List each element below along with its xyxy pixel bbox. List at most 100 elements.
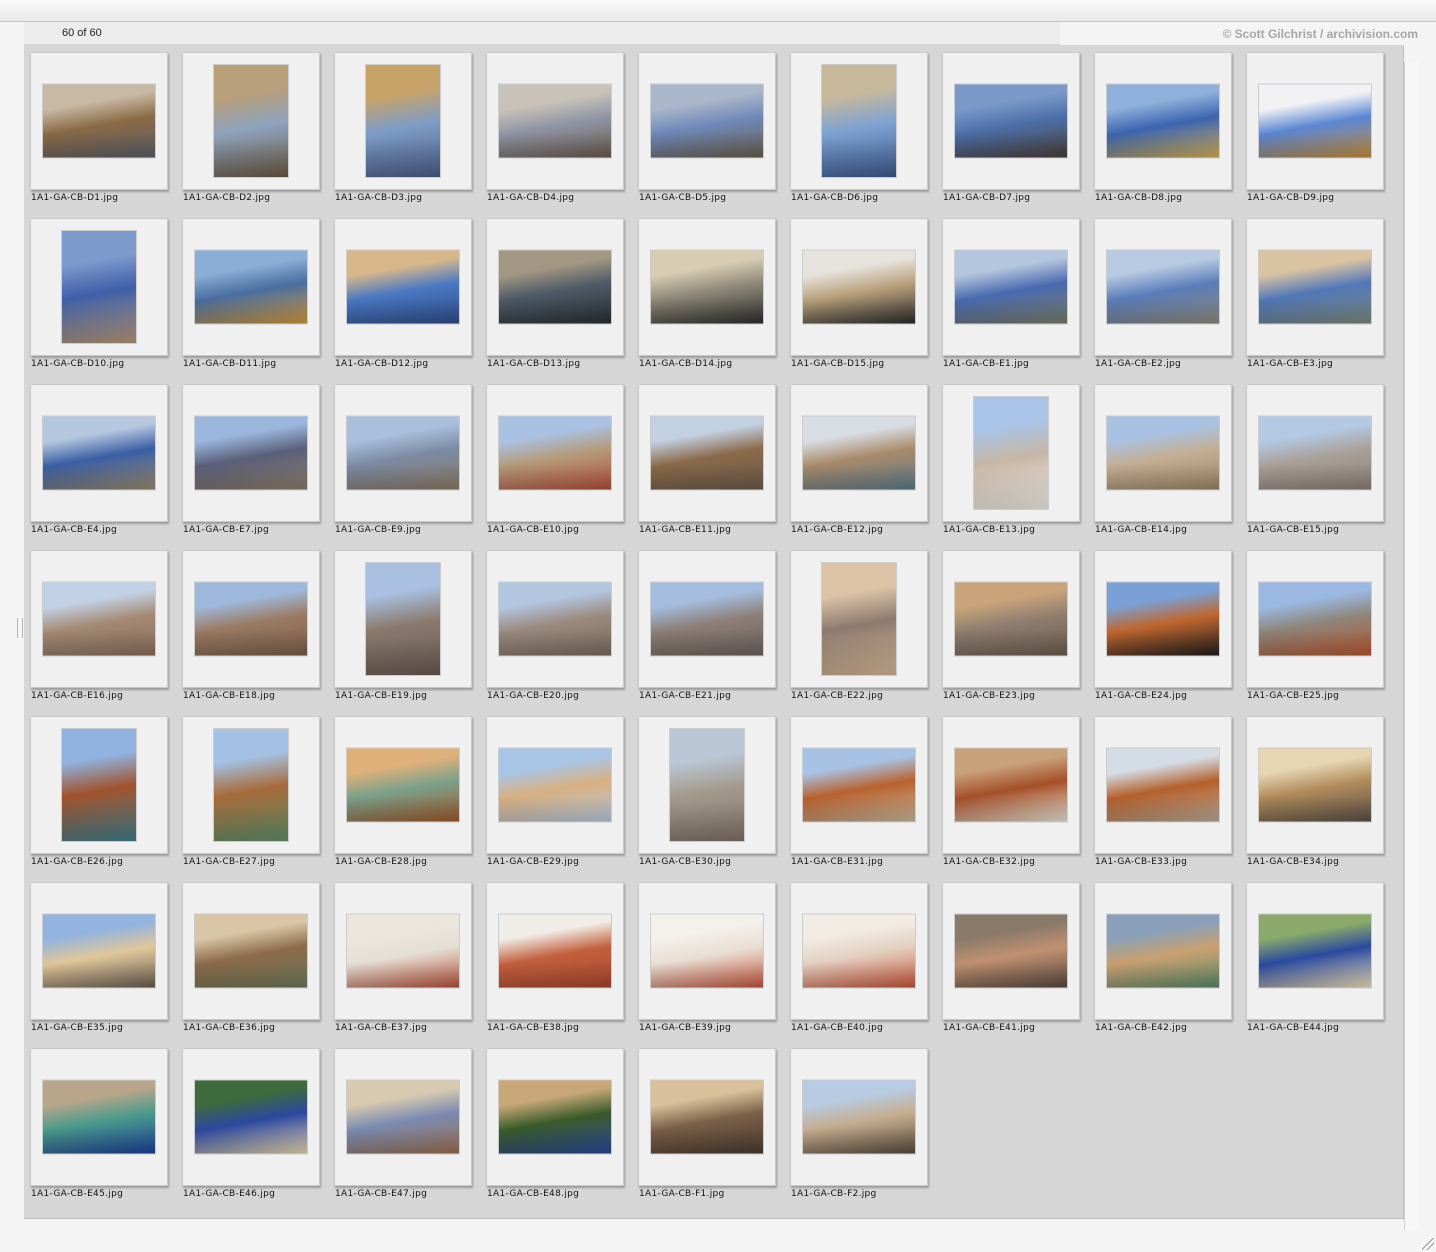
slide-mount[interactable] <box>30 384 168 522</box>
thumbnail-image[interactable] <box>347 1080 459 1154</box>
slide-mount[interactable] <box>942 550 1080 688</box>
thumbnail-image[interactable] <box>195 914 307 988</box>
thumbnail-image[interactable] <box>803 914 915 988</box>
thumbnail-image[interactable] <box>499 748 611 822</box>
thumbnail-cell[interactable]: 1A1-GA-CB-E25.jpg <box>1246 550 1384 701</box>
slide-mount[interactable] <box>1094 218 1232 356</box>
thumbnail-cell[interactable]: 1A1-GA-CB-E13.jpg <box>942 384 1080 535</box>
thumbnail-image[interactable] <box>651 582 763 656</box>
slide-mount[interactable] <box>182 550 320 688</box>
slide-mount[interactable] <box>486 384 624 522</box>
thumbnail-image[interactable] <box>670 729 744 841</box>
thumbnail-cell[interactable]: 1A1-GA-CB-E23.jpg <box>942 550 1080 701</box>
thumbnail-image[interactable] <box>803 250 915 324</box>
thumbnail-cell[interactable]: 1A1-GA-CB-D15.jpg <box>790 218 928 369</box>
slide-mount[interactable] <box>30 882 168 1020</box>
thumbnail-image[interactable] <box>214 65 288 177</box>
thumbnail-cell[interactable]: 1A1-GA-CB-E38.jpg <box>486 882 624 1033</box>
thumbnail-cell[interactable]: 1A1-GA-CB-E37.jpg <box>334 882 472 1033</box>
slide-mount[interactable] <box>30 550 168 688</box>
slide-mount[interactable] <box>638 384 776 522</box>
thumbnail-cell[interactable]: 1A1-GA-CB-E48.jpg <box>486 1048 624 1199</box>
slide-mount[interactable] <box>790 1048 928 1186</box>
slide-mount[interactable] <box>486 218 624 356</box>
thumbnail-image[interactable] <box>499 84 611 158</box>
thumbnail-cell[interactable]: 1A1-GA-CB-E7.jpg <box>182 384 320 535</box>
thumbnail-image[interactable] <box>43 84 155 158</box>
thumbnail-image[interactable] <box>499 250 611 324</box>
slide-mount[interactable] <box>942 384 1080 522</box>
thumbnail-image[interactable] <box>651 914 763 988</box>
thumbnail-cell[interactable]: 1A1-GA-CB-D3.jpg <box>334 52 472 203</box>
thumbnail-cell[interactable]: 1A1-GA-CB-D13.jpg <box>486 218 624 369</box>
slide-mount[interactable] <box>1246 384 1384 522</box>
thumbnail-image[interactable] <box>803 1080 915 1154</box>
slide-mount[interactable] <box>638 550 776 688</box>
thumbnail-image[interactable] <box>1107 416 1219 490</box>
slide-mount[interactable] <box>1094 384 1232 522</box>
slide-mount[interactable] <box>1246 550 1384 688</box>
slide-mount[interactable] <box>486 882 624 1020</box>
thumbnail-image[interactable] <box>214 729 288 841</box>
thumbnail-cell[interactable]: 1A1-GA-CB-E36.jpg <box>182 882 320 1033</box>
thumbnail-image[interactable] <box>347 748 459 822</box>
thumbnail-cell[interactable]: 1A1-GA-CB-E44.jpg <box>1246 882 1384 1033</box>
thumbnail-image[interactable] <box>499 582 611 656</box>
slide-mount[interactable] <box>790 52 928 190</box>
slide-mount[interactable] <box>334 1048 472 1186</box>
slide-mount[interactable] <box>942 882 1080 1020</box>
thumbnail-image[interactable] <box>651 416 763 490</box>
thumbnail-image[interactable] <box>803 416 915 490</box>
thumbnail-image[interactable] <box>651 84 763 158</box>
thumbnail-image[interactable] <box>955 914 1067 988</box>
thumbnail-cell[interactable]: 1A1-GA-CB-E19.jpg <box>334 550 472 701</box>
slide-mount[interactable] <box>334 52 472 190</box>
slide-mount[interactable] <box>638 52 776 190</box>
slide-mount[interactable] <box>334 550 472 688</box>
thumbnail-image[interactable] <box>195 416 307 490</box>
thumbnail-image[interactable] <box>955 84 1067 158</box>
thumbnail-image[interactable] <box>1107 914 1219 988</box>
thumbnail-cell[interactable]: 1A1-GA-CB-E34.jpg <box>1246 716 1384 867</box>
thumbnail-image[interactable] <box>1107 84 1219 158</box>
thumbnail-image[interactable] <box>1107 582 1219 656</box>
thumbnail-cell[interactable]: 1A1-GA-CB-E10.jpg <box>486 384 624 535</box>
thumbnail-cell[interactable]: 1A1-GA-CB-D4.jpg <box>486 52 624 203</box>
thumbnail-image[interactable] <box>1107 250 1219 324</box>
slide-mount[interactable] <box>790 550 928 688</box>
thumbnail-cell[interactable]: 1A1-GA-CB-E30.jpg <box>638 716 776 867</box>
thumbnail-cell[interactable]: 1A1-GA-CB-E27.jpg <box>182 716 320 867</box>
panel-splitter-handle[interactable] <box>17 618 23 638</box>
thumbnail-cell[interactable]: 1A1-GA-CB-D5.jpg <box>638 52 776 203</box>
thumbnail-cell[interactable]: 1A1-GA-CB-E26.jpg <box>30 716 168 867</box>
thumbnail-cell[interactable]: 1A1-GA-CB-D9.jpg <box>1246 52 1384 203</box>
thumbnail-cell[interactable]: 1A1-GA-CB-E33.jpg <box>1094 716 1232 867</box>
slide-mount[interactable] <box>182 52 320 190</box>
thumbnail-cell[interactable]: 1A1-GA-CB-D7.jpg <box>942 52 1080 203</box>
slide-mount[interactable] <box>1094 550 1232 688</box>
slide-mount[interactable] <box>942 218 1080 356</box>
thumbnail-image[interactable] <box>803 748 915 822</box>
thumbnail-cell[interactable]: 1A1-GA-CB-E46.jpg <box>182 1048 320 1199</box>
slide-mount[interactable] <box>30 716 168 854</box>
thumbnail-image[interactable] <box>43 914 155 988</box>
thumbnail-cell[interactable]: 1A1-GA-CB-E11.jpg <box>638 384 776 535</box>
slide-mount[interactable] <box>30 1048 168 1186</box>
thumbnail-cell[interactable]: 1A1-GA-CB-E47.jpg <box>334 1048 472 1199</box>
thumbnail-image[interactable] <box>651 1080 763 1154</box>
slide-mount[interactable] <box>334 716 472 854</box>
thumbnail-image[interactable] <box>499 416 611 490</box>
thumbnail-image[interactable] <box>499 1080 611 1154</box>
slide-mount[interactable] <box>182 882 320 1020</box>
slide-mount[interactable] <box>486 1048 624 1186</box>
thumbnail-cell[interactable]: 1A1-GA-CB-D12.jpg <box>334 218 472 369</box>
thumbnail-image[interactable] <box>195 582 307 656</box>
thumbnail-cell[interactable]: 1A1-GA-CB-D11.jpg <box>182 218 320 369</box>
slide-mount[interactable] <box>790 218 928 356</box>
thumbnail-cell[interactable]: 1A1-GA-CB-E31.jpg <box>790 716 928 867</box>
thumbnail-cell[interactable]: 1A1-GA-CB-E32.jpg <box>942 716 1080 867</box>
thumbnail-image[interactable] <box>1259 748 1371 822</box>
slide-mount[interactable] <box>790 384 928 522</box>
thumbnail-cell[interactable]: 1A1-GA-CB-E15.jpg <box>1246 384 1384 535</box>
slide-mount[interactable] <box>182 218 320 356</box>
